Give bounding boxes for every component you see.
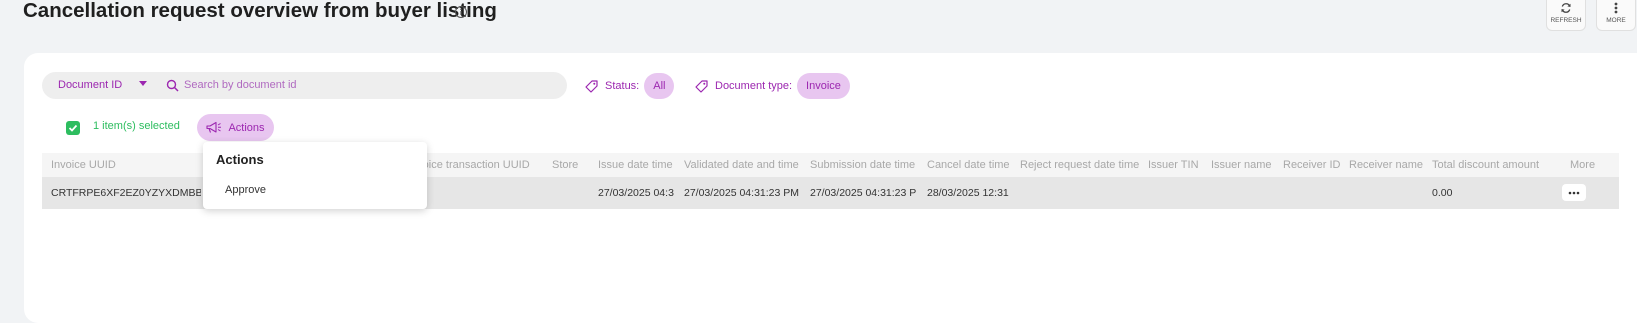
column-header-issue-date-time[interactable]: Issue date time (598, 159, 673, 171)
cell-validated-date-time: 27/03/2025 04:31:23 PM (684, 187, 800, 199)
cell-total-discount-amount: 0.00 (1432, 187, 1453, 199)
cell-invoice-uuid: CRTFRPE6XF2EZ0YZYXDMBB0 (51, 187, 201, 199)
tag-icon (585, 79, 598, 93)
column-header-total-discount-amount[interactable]: Total discount amount (1432, 159, 1539, 171)
actions-button[interactable]: Actions (197, 114, 274, 141)
refresh-icon (1561, 2, 1571, 13)
search-field-select[interactable]: Document ID (58, 79, 122, 91)
column-header-receiver-name[interactable]: Receiver name (1349, 159, 1423, 171)
selection-count: 1 item(s) selected (93, 120, 180, 132)
refresh-button[interactable]: REFRESH (1546, 0, 1586, 31)
column-header-issuer-name[interactable]: Issuer name (1211, 159, 1272, 171)
column-header-submission-date-time[interactable]: Submission date time (810, 159, 915, 171)
cell-cancel-date-time: 28/03/2025 12:31 (927, 187, 1009, 199)
approve-menu-item[interactable]: Approve (225, 184, 266, 196)
ellipsis-icon (1568, 191, 1580, 194)
refresh-label: REFRESH (1550, 16, 1582, 24)
status-filter[interactable]: Status: All (584, 73, 675, 99)
info-icon[interactable] (454, 5, 468, 19)
more-button[interactable]: MORE (1596, 0, 1636, 31)
tag-icon (695, 79, 708, 93)
actions-dropdown-title: Actions (216, 152, 264, 167)
status-filter-chip[interactable]: All (644, 73, 675, 99)
chevron-down-icon[interactable] (139, 81, 147, 86)
row-more-button[interactable] (1562, 184, 1586, 201)
check-icon (68, 124, 78, 132)
search-input[interactable] (184, 76, 554, 94)
column-header-reject-request-date-time[interactable]: Reject request date time (1020, 159, 1139, 171)
kebab-icon (1614, 2, 1618, 13)
search-icon (166, 79, 179, 92)
select-all-checkbox[interactable] (66, 121, 80, 135)
column-header-invoice-uuid[interactable]: Invoice UUID (51, 159, 116, 171)
document-type-filter[interactable]: Document type: Invoice (694, 73, 850, 99)
column-header-issuer-tin[interactable]: Issuer TIN (1148, 159, 1199, 171)
document-type-filter-label: Document type: (715, 80, 793, 92)
column-header-more: More (1570, 159, 1596, 171)
page-title: Cancellation request overview from buyer… (23, 0, 497, 22)
status-filter-label: Status: (605, 80, 640, 92)
cell-issue-date-time: 27/03/2025 04:3 (598, 187, 674, 199)
column-header-receiver-id[interactable]: Receiver ID (1283, 159, 1340, 171)
column-header-cancel-date-time[interactable]: Cancel date time (927, 159, 1010, 171)
megaphone-icon (206, 121, 222, 133)
column-header-store[interactable]: Store (552, 159, 578, 171)
column-header-validated-date-time[interactable]: Validated date and time (684, 159, 799, 171)
document-type-filter-chip[interactable]: Invoice (797, 73, 850, 99)
actions-dropdown: Actions Approve (203, 142, 427, 209)
cell-submission-date-time: 27/03/2025 04:31:23 P (810, 187, 917, 199)
actions-button-label: Actions (228, 121, 265, 134)
more-label: MORE (1606, 16, 1626, 24)
